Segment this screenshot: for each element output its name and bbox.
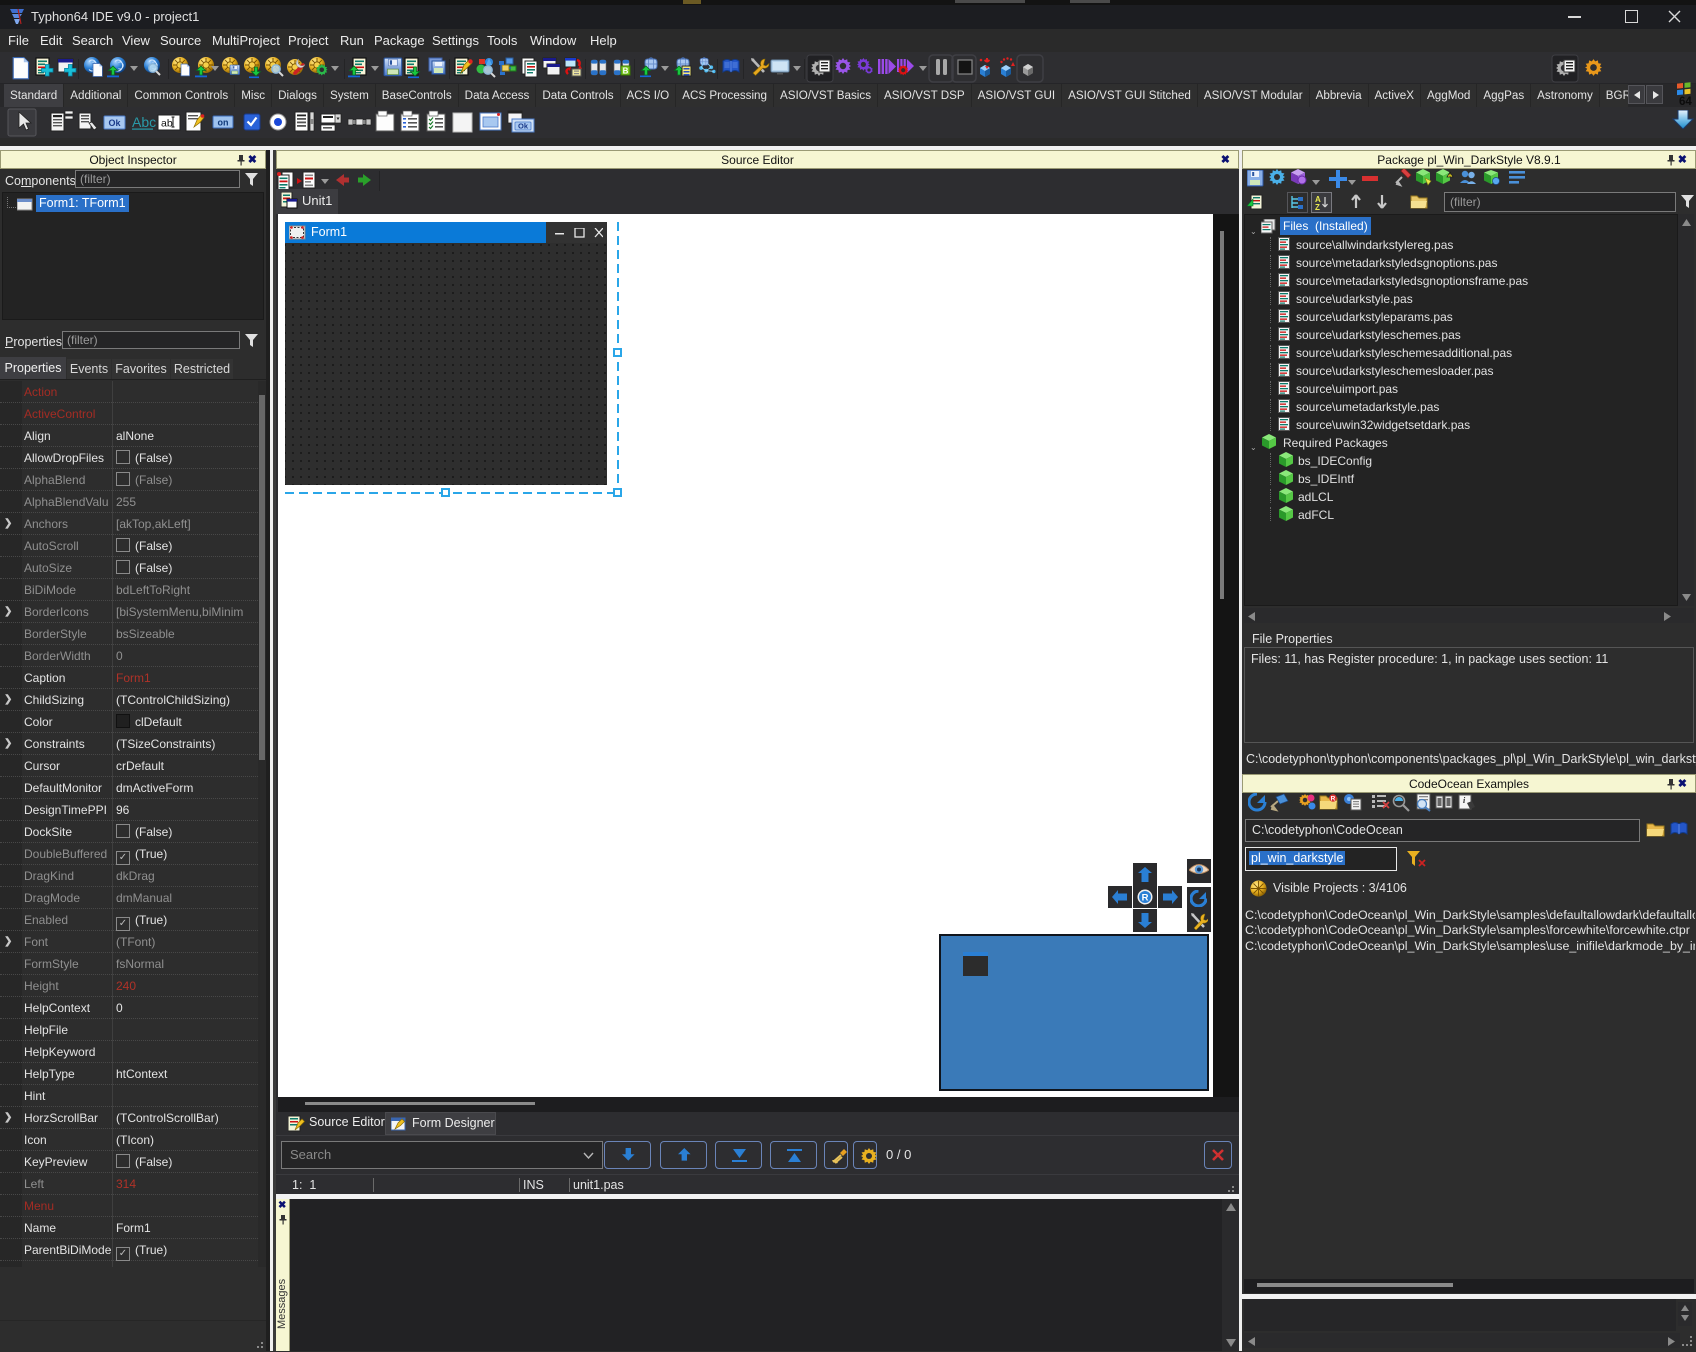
svg-text:ab: ab: [161, 118, 173, 130]
svg-text:Ok: Ok: [108, 118, 121, 128]
svg-text:Abc: Abc: [132, 114, 156, 130]
svg-text:Ok: Ok: [518, 122, 529, 131]
svg-text:B: B: [623, 67, 629, 76]
svg-text:on: on: [218, 118, 229, 128]
svg-text:R: R: [1142, 893, 1149, 904]
svg-text:R: R: [1331, 796, 1336, 803]
svg-text:!: !: [1449, 173, 1451, 179]
svg-text:Z: Z: [1315, 203, 1320, 212]
